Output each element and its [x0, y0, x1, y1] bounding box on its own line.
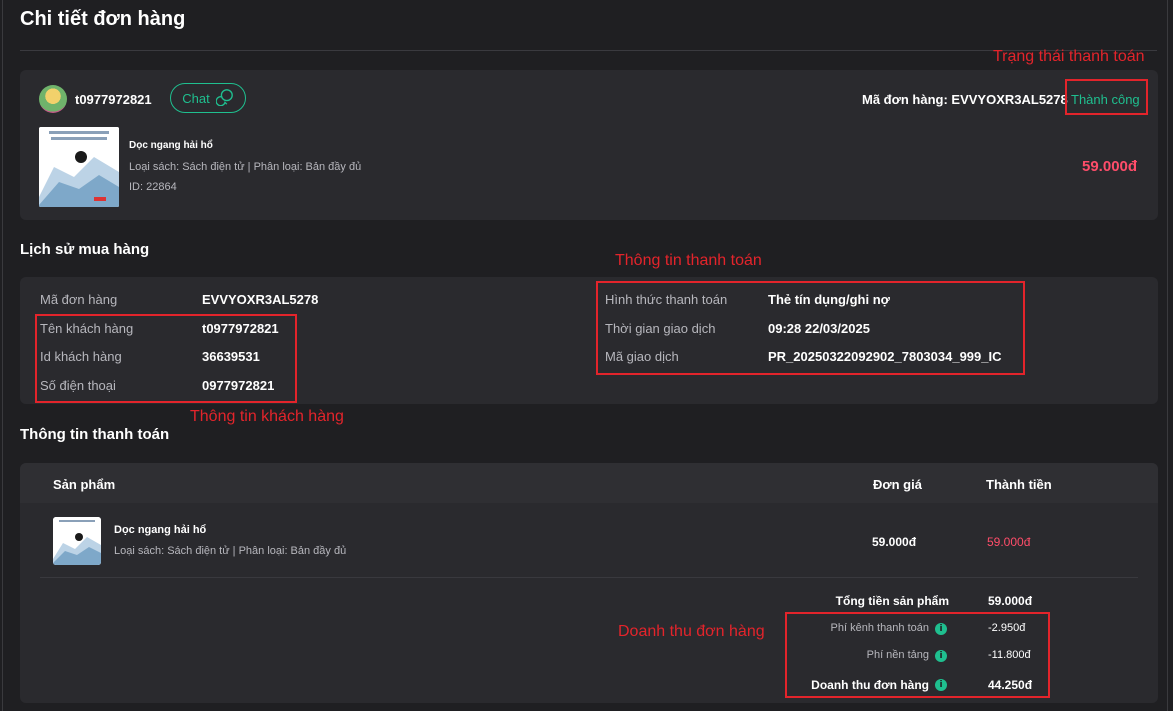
- chat-bubble-icon: [215, 88, 234, 109]
- annotation-box-payment-info: [596, 281, 1025, 375]
- annotation-payment-info: Thông tin thanh toán: [615, 252, 762, 269]
- book-price: 59.000đ: [1082, 158, 1138, 175]
- book-cover-image: [39, 127, 119, 207]
- order-code: Mã đơn hàng: EVVYOXR3AL5278: [862, 92, 1068, 107]
- history-heading: Lịch sử mua hàng: [20, 241, 150, 258]
- annotation-customer-info: Thông tin khách hàng: [190, 408, 344, 425]
- product-meta: Loại sách: Sách điện tử | Phân loại: Bản…: [114, 545, 347, 557]
- column-unit-price: Đơn giá: [873, 477, 922, 492]
- product-title[interactable]: Dọc ngang hải hổ: [114, 524, 206, 536]
- seller-name[interactable]: t0977972821: [75, 92, 152, 107]
- product-thumbnail: [53, 517, 101, 565]
- history-value-order-code: EVVYOXR3AL5278: [202, 292, 319, 307]
- annotation-box-customer-info: [35, 314, 297, 403]
- column-total: Thành tiền: [986, 477, 1052, 492]
- subtotal-value: 59.000đ: [988, 594, 1033, 608]
- chat-button[interactable]: Chat: [170, 83, 246, 113]
- column-product: Sản phẩm: [53, 477, 116, 492]
- history-label-order-code: Mã đơn hàng: [40, 292, 118, 307]
- product-unit-price: 59.000đ: [872, 535, 917, 549]
- annotation-payment-status: Trạng thái thanh toán: [993, 48, 1145, 65]
- payment-heading: Thông tin thanh toán: [20, 426, 170, 443]
- book-id: ID: 22864: [129, 181, 177, 193]
- book-title[interactable]: Dọc ngang hải hổ: [129, 140, 213, 151]
- chat-label: Chat: [182, 90, 210, 106]
- row-divider: [40, 577, 1138, 578]
- page-title: Chi tiết đơn hàng: [20, 8, 186, 30]
- annotation-box-revenue: [785, 612, 1050, 698]
- annotation-box-status: [1065, 79, 1148, 115]
- title-divider: [20, 50, 1157, 51]
- book-meta: Loại sách: Sách điện tử | Phân loại: Bản…: [129, 161, 362, 173]
- product-total: 59.000đ: [987, 535, 1031, 549]
- annotation-order-revenue: Doanh thu đơn hàng: [618, 623, 765, 640]
- avatar[interactable]: [39, 85, 67, 113]
- subtotal-label: Tổng tiền sản phẩm: [835, 594, 949, 608]
